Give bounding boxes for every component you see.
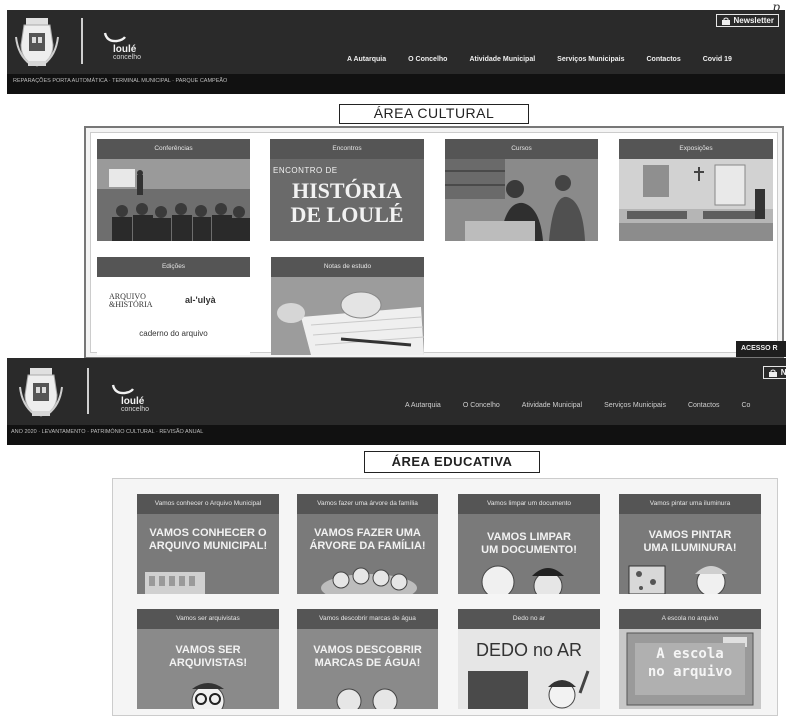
newsletter-button[interactable]: Newsletter [715, 14, 779, 27]
kids-illustration [481, 565, 564, 594]
card-cursos[interactable]: Cursos [445, 139, 598, 241]
card-vamos-limpar-documento[interactable]: Vamos limpar um documento VAMOS LIMPAR U… [458, 494, 600, 594]
card-label: Vamos ser arquivistas [137, 609, 279, 629]
header-divider [81, 18, 83, 64]
card-image-pintar-iluminura: VAMOS PINTAR UMA ILUMINURA! [619, 514, 761, 594]
site-header-bottom: loulé concelho Ne A Autarquia O Concelho… [7, 358, 786, 425]
card-label: Vamos fazer uma árvore da família [297, 494, 438, 514]
card-label: Vamos conhecer o Arquivo Municipal [137, 494, 279, 514]
card-label: Vamos pintar uma iluminura [619, 494, 761, 514]
section-title-area-educativa: ÁREA EDUCATIVA [364, 451, 540, 473]
card-dedo-no-ar[interactable]: Dedo no ar DEDO no AR [458, 609, 600, 709]
encontro-text-line2: HISTÓRIA [291, 178, 403, 203]
nav-item-servicos-municipais[interactable]: Serviços Municipais [604, 402, 666, 409]
card-image-edicoes: ARQUIVO &HISTÓRIA al-'ulyà caderno do ar… [97, 277, 250, 355]
nav-item-servicos-municipais[interactable]: Serviços Municipais [557, 56, 624, 63]
card-image-ser-arquivistas: VAMOS SER ARQUIVISTAS! [137, 629, 279, 709]
nav-item-atividade-municipal[interactable]: Atividade Municipal [469, 56, 535, 63]
brand-subtitle: concelho [113, 54, 142, 61]
card-label: Edições [97, 257, 250, 277]
nav-item-autarquia[interactable]: A Autarquia [405, 402, 441, 409]
acesso-restrito-button[interactable]: ACESSO R [736, 341, 786, 357]
header-divider [87, 368, 89, 414]
card-image-encontros: ENCONTRO DE HISTÓRIA DE LOULÉ [270, 159, 424, 241]
card-notas-de-estudo[interactable]: Notas de estudo [271, 257, 424, 355]
card-a-escola-no-arquivo[interactable]: A escola no arquivo A escola no arquivo [619, 609, 761, 709]
card-label: Encontros [270, 139, 424, 159]
page: p loulé concelho Newsletter A Autarquia … [0, 0, 786, 718]
coat-of-arms-icon[interactable] [16, 365, 66, 419]
site-header-top: loulé concelho Newsletter A Autarquia O … [7, 10, 785, 74]
encontro-text-line3: DE LOULÉ [290, 202, 404, 227]
card-image-marcas-agua: VAMOS DESCOBRIR MARCAS DE ÁGUA! [297, 629, 438, 709]
caderno-caption: caderno do arquivo [139, 329, 208, 338]
nav-item-covid[interactable]: Covid 19 [703, 56, 732, 63]
building-illustration [145, 572, 205, 594]
card-label: Vamos descobrir marcas de água [297, 609, 438, 629]
nav-item-concelho[interactable]: O Concelho [408, 56, 447, 63]
card-label: Conferências [97, 139, 250, 159]
newsletter-label: Ne [780, 368, 786, 377]
nav-item-covid[interactable]: Co [741, 402, 750, 409]
logo-arquivo-historia: ARQUIVO &HISTÓRIA [109, 292, 153, 309]
main-nav-top: A Autarquia O Concelho Atividade Municip… [347, 56, 732, 63]
brand-swoosh-icon [103, 32, 126, 43]
main-nav-bottom: A Autarquia O Concelho Atividade Municip… [405, 402, 750, 409]
card-image-escola-arquivo: A escola no arquivo [619, 629, 761, 709]
card-vamos-conhecer-arquivo[interactable]: Vamos conhecer o Arquivo Municipal VAMOS… [137, 494, 279, 594]
kids-illustration [336, 688, 398, 709]
card-image-limpar-documento: VAMOS LIMPAR UM DOCUMENTO! [458, 514, 600, 594]
nav-item-autarquia[interactable]: A Autarquia [347, 56, 386, 63]
card-conferencias[interactable]: Conferências [97, 139, 250, 241]
nav-item-atividade-municipal[interactable]: Atividade Municipal [522, 402, 582, 409]
card-vamos-fazer-arvore[interactable]: Vamos fazer uma árvore da família VAMOS … [297, 494, 438, 594]
card-image-dedo-no-ar: DEDO no AR [458, 629, 600, 709]
card-label: A escola no arquivo [619, 609, 761, 629]
brand-swoosh-icon [111, 384, 134, 395]
iluminura-illustration [628, 565, 727, 594]
newsletter-label: Newsletter [733, 16, 774, 25]
nav-item-contactos[interactable]: Contactos [646, 56, 680, 63]
card-vamos-descobrir-marcas[interactable]: Vamos descobrir marcas de água VAMOS DES… [297, 609, 438, 709]
nav-item-concelho[interactable]: O Concelho [463, 402, 500, 409]
card-edicoes[interactable]: Edições ARQUIVO &HISTÓRIA al-'ulyà cader… [97, 257, 250, 355]
card-label: Dedo no ar [458, 609, 600, 629]
brand-subtitle: concelho [121, 406, 150, 413]
card-image-exposicoes [619, 159, 773, 241]
card-label: Notas de estudo [271, 257, 424, 277]
card-encontros[interactable]: Encontros ENCONTRO DE HISTÓRIA DE LOULÉ [270, 139, 424, 241]
news-ticker-top[interactable]: REPARAÇÕES PORTA AUTOMÁTICA · TERMINAL M… [7, 74, 785, 94]
kids-illustration [321, 567, 417, 594]
card-image-arvore-familia: VAMOS FAZER UMA ÁRVORE DA FAMÍLIA! [297, 514, 438, 594]
card-vamos-ser-arquivistas[interactable]: Vamos ser arquivistas VAMOS SER ARQUIVIS… [137, 609, 279, 709]
encontro-text-line1: ENCONTRO DE [273, 166, 338, 175]
card-image-notas [271, 277, 424, 355]
classroom-illustration [468, 670, 590, 709]
coat-of-arms-icon[interactable] [12, 15, 62, 69]
card-exposicoes[interactable]: Exposições [619, 139, 773, 241]
news-ticker-bottom[interactable]: ANO 2020 · LEVANTAMENTO · PATRIMÓNIO CUL… [7, 425, 786, 445]
card-label: Vamos limpar um documento [458, 494, 600, 514]
card-image-cursos [445, 159, 598, 241]
section-title-area-cultural: ÁREA CULTURAL [339, 104, 529, 124]
newsletter-button[interactable]: Ne [762, 366, 786, 379]
card-vamos-pintar-iluminura[interactable]: Vamos pintar uma iluminura VAMOS PINTAR … [619, 494, 761, 594]
card-image-conhecer-arquivo: VAMOS CONHECER O ARQUIVO MUNICIPAL! [137, 514, 279, 594]
kid-with-glasses-illustration [191, 683, 225, 709]
logo-al-ulya: al-'ulyà [185, 295, 216, 305]
card-label: Cursos [445, 139, 598, 159]
nav-item-contactos[interactable]: Contactos [688, 402, 720, 409]
lock-icon [721, 17, 730, 25]
card-label: Exposições [619, 139, 773, 159]
lock-icon [768, 369, 777, 377]
card-image-conferencias [97, 159, 250, 241]
